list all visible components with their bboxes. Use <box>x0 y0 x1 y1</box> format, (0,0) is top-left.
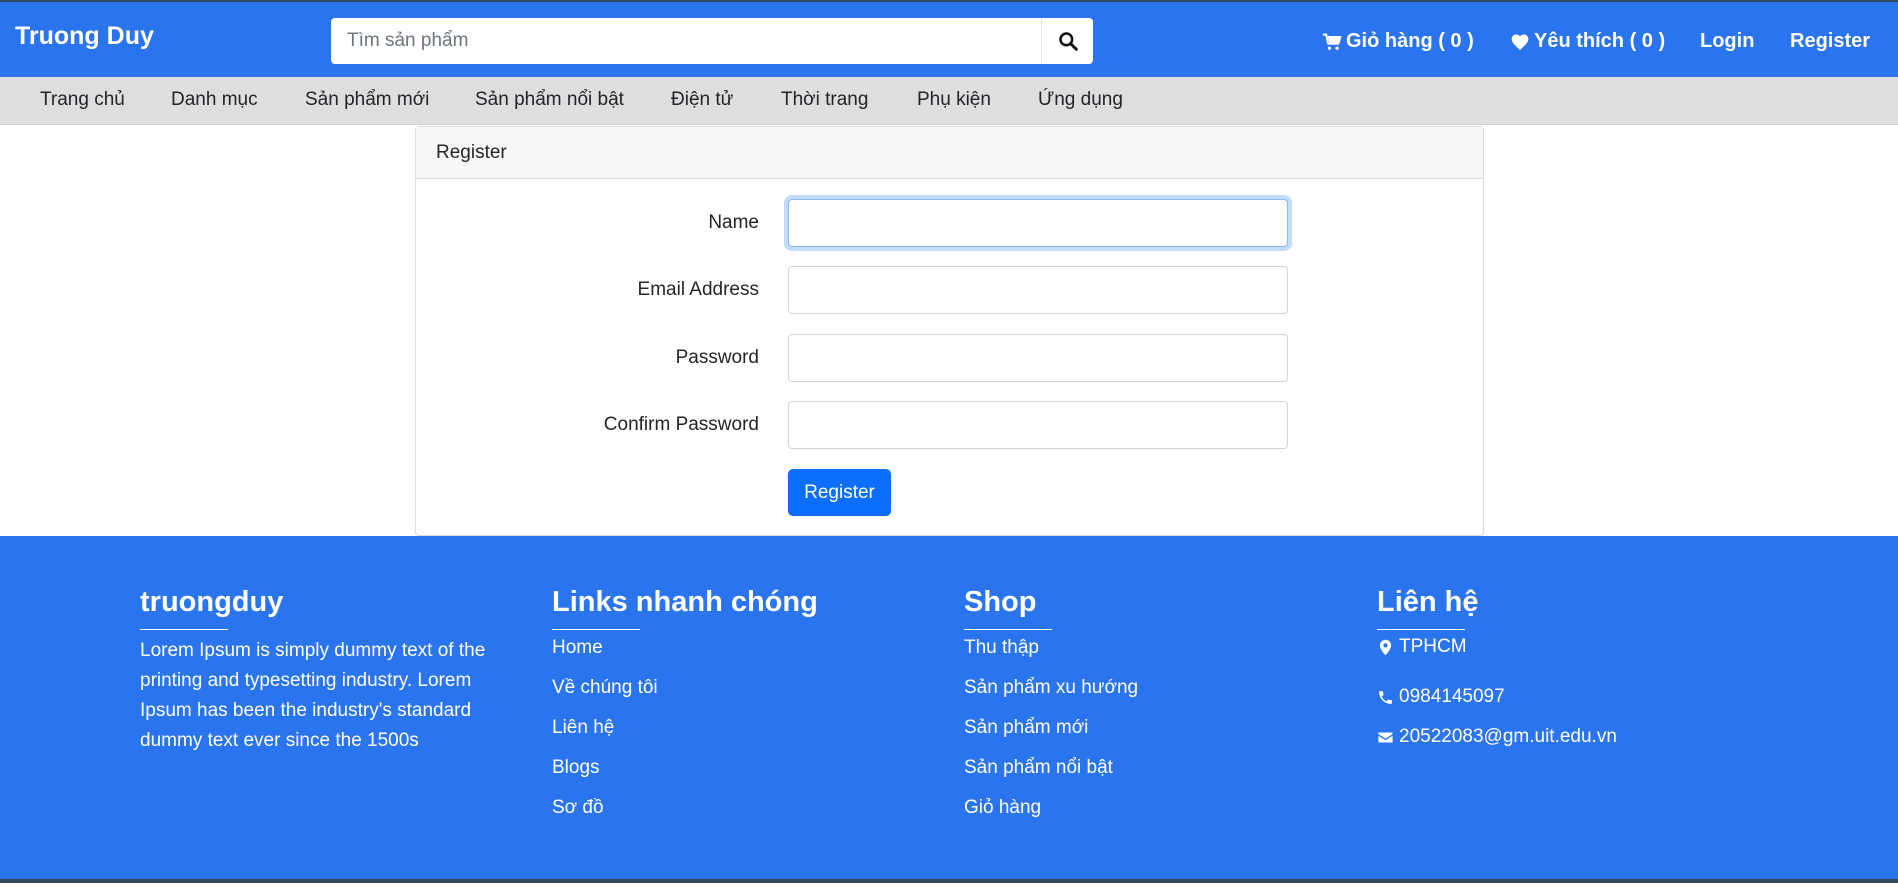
search-button[interactable] <box>1041 18 1093 64</box>
contact-email: 20522083@gm.uit.edu.vn <box>1377 726 1617 748</box>
footer-shop-cart[interactable]: Giỏ hàng <box>964 796 1138 836</box>
wishlist-link[interactable]: Yêu thích ( 0 ) <box>1510 30 1665 53</box>
contact-phone-text: 0984145097 <box>1399 686 1505 707</box>
brand-logo[interactable]: Truong Duy <box>15 22 154 51</box>
menu-item-accessories[interactable]: Phụ kiện <box>917 89 991 111</box>
search-input[interactable] <box>331 18 1041 64</box>
search-icon <box>1058 32 1078 51</box>
footer-shop-new[interactable]: Sản phẩm mới <box>964 716 1138 756</box>
divider <box>552 629 640 630</box>
contact-address-text: TPHCM <box>1399 636 1467 657</box>
category-menu: Trang chủ Danh mục Sản phẩm mới Sản phẩm… <box>0 77 1898 125</box>
footer-link-about[interactable]: Về chúng tôi <box>552 676 818 716</box>
cart-label: Giỏ hàng ( 0 ) <box>1346 30 1474 52</box>
footer-shop: Shop Thu thập Sản phẩm xu hướng Sản phẩm… <box>964 586 1138 836</box>
login-link[interactable]: Login <box>1700 30 1754 53</box>
envelope-icon <box>1378 732 1393 742</box>
contact-phone: 0984145097 <box>1377 686 1617 726</box>
footer-contact-title: Liên hệ <box>1377 586 1479 618</box>
footer-link-sitemap[interactable]: Sơ đồ <box>552 796 818 836</box>
footer-shop-collection[interactable]: Thu thập <box>964 636 1138 676</box>
menu-item-fashion[interactable]: Thời trang <box>781 89 868 111</box>
wishlist-label: Yêu thích ( 0 ) <box>1534 30 1666 52</box>
label-column: Name Email Address Password Confirm Pass… <box>416 127 759 537</box>
confirm-password-field[interactable] <box>788 401 1288 449</box>
menu-item-featured[interactable]: Sản phẩm nổi bật <box>475 89 624 111</box>
footer-links: Links nhanh chóng Home Về chúng tôi Liên… <box>552 586 818 836</box>
footer-shop-featured[interactable]: Sản phẩm nổi bật <box>964 756 1138 796</box>
contact-address: TPHCM <box>1377 636 1617 686</box>
menu-item-electronics[interactable]: Điện tử <box>671 89 733 111</box>
name-label: Name <box>708 212 759 233</box>
cart-icon <box>1322 32 1342 50</box>
register-submit-button[interactable]: Register <box>788 469 891 516</box>
heart-icon <box>1511 34 1529 50</box>
footer-link-contact[interactable]: Liên hệ <box>552 716 818 756</box>
footer-about-text: Lorem Ipsum is simply dummy text of the … <box>140 640 486 751</box>
confirm-password-label: Confirm Password <box>603 414 759 435</box>
register-link[interactable]: Register <box>1790 30 1870 53</box>
password-field[interactable] <box>788 334 1288 382</box>
email-field[interactable] <box>788 266 1288 314</box>
footer-about-title: truongduy <box>140 586 284 618</box>
footer-link-blogs[interactable]: Blogs <box>552 756 818 796</box>
divider <box>140 629 228 630</box>
menu-item-new-products[interactable]: Sản phẩm mới <box>305 89 429 111</box>
footer: truongduy Lorem Ipsum is simply dummy te… <box>0 536 1898 883</box>
search-box <box>331 18 1093 64</box>
contact-email-text[interactable]: 20522083@gm.uit.edu.vn <box>1399 726 1617 748</box>
top-navbar: Truong Duy Giỏ hàng ( 0 ) Yêu thích ( 0 … <box>0 0 1898 77</box>
register-card: Register Name Email Address Password Con… <box>415 126 1484 536</box>
map-marker-icon <box>1379 639 1392 656</box>
menu-item-home[interactable]: Trang chủ <box>40 89 125 111</box>
email-label: Email Address <box>637 279 759 300</box>
footer-links-title: Links nhanh chóng <box>552 586 818 618</box>
footer-about: truongduy Lorem Ipsum is simply dummy te… <box>140 586 520 756</box>
footer-shop-trending[interactable]: Sản phẩm xu hướng <box>964 676 1138 716</box>
menu-item-apps[interactable]: Ứng dụng <box>1038 89 1123 111</box>
password-label: Password <box>675 347 759 368</box>
divider <box>1377 629 1465 630</box>
cart-link[interactable]: Giỏ hàng ( 0 ) <box>1322 30 1474 53</box>
footer-link-home[interactable]: Home <box>552 636 818 676</box>
footer-shop-title: Shop <box>964 586 1037 618</box>
phone-icon <box>1379 691 1392 704</box>
name-field[interactable] <box>788 199 1288 247</box>
menu-item-categories[interactable]: Danh mục <box>171 89 258 111</box>
footer-contact: Liên hệ TPHCM 0984145097 20522083@gm.uit… <box>1377 586 1617 748</box>
divider <box>964 629 1052 630</box>
